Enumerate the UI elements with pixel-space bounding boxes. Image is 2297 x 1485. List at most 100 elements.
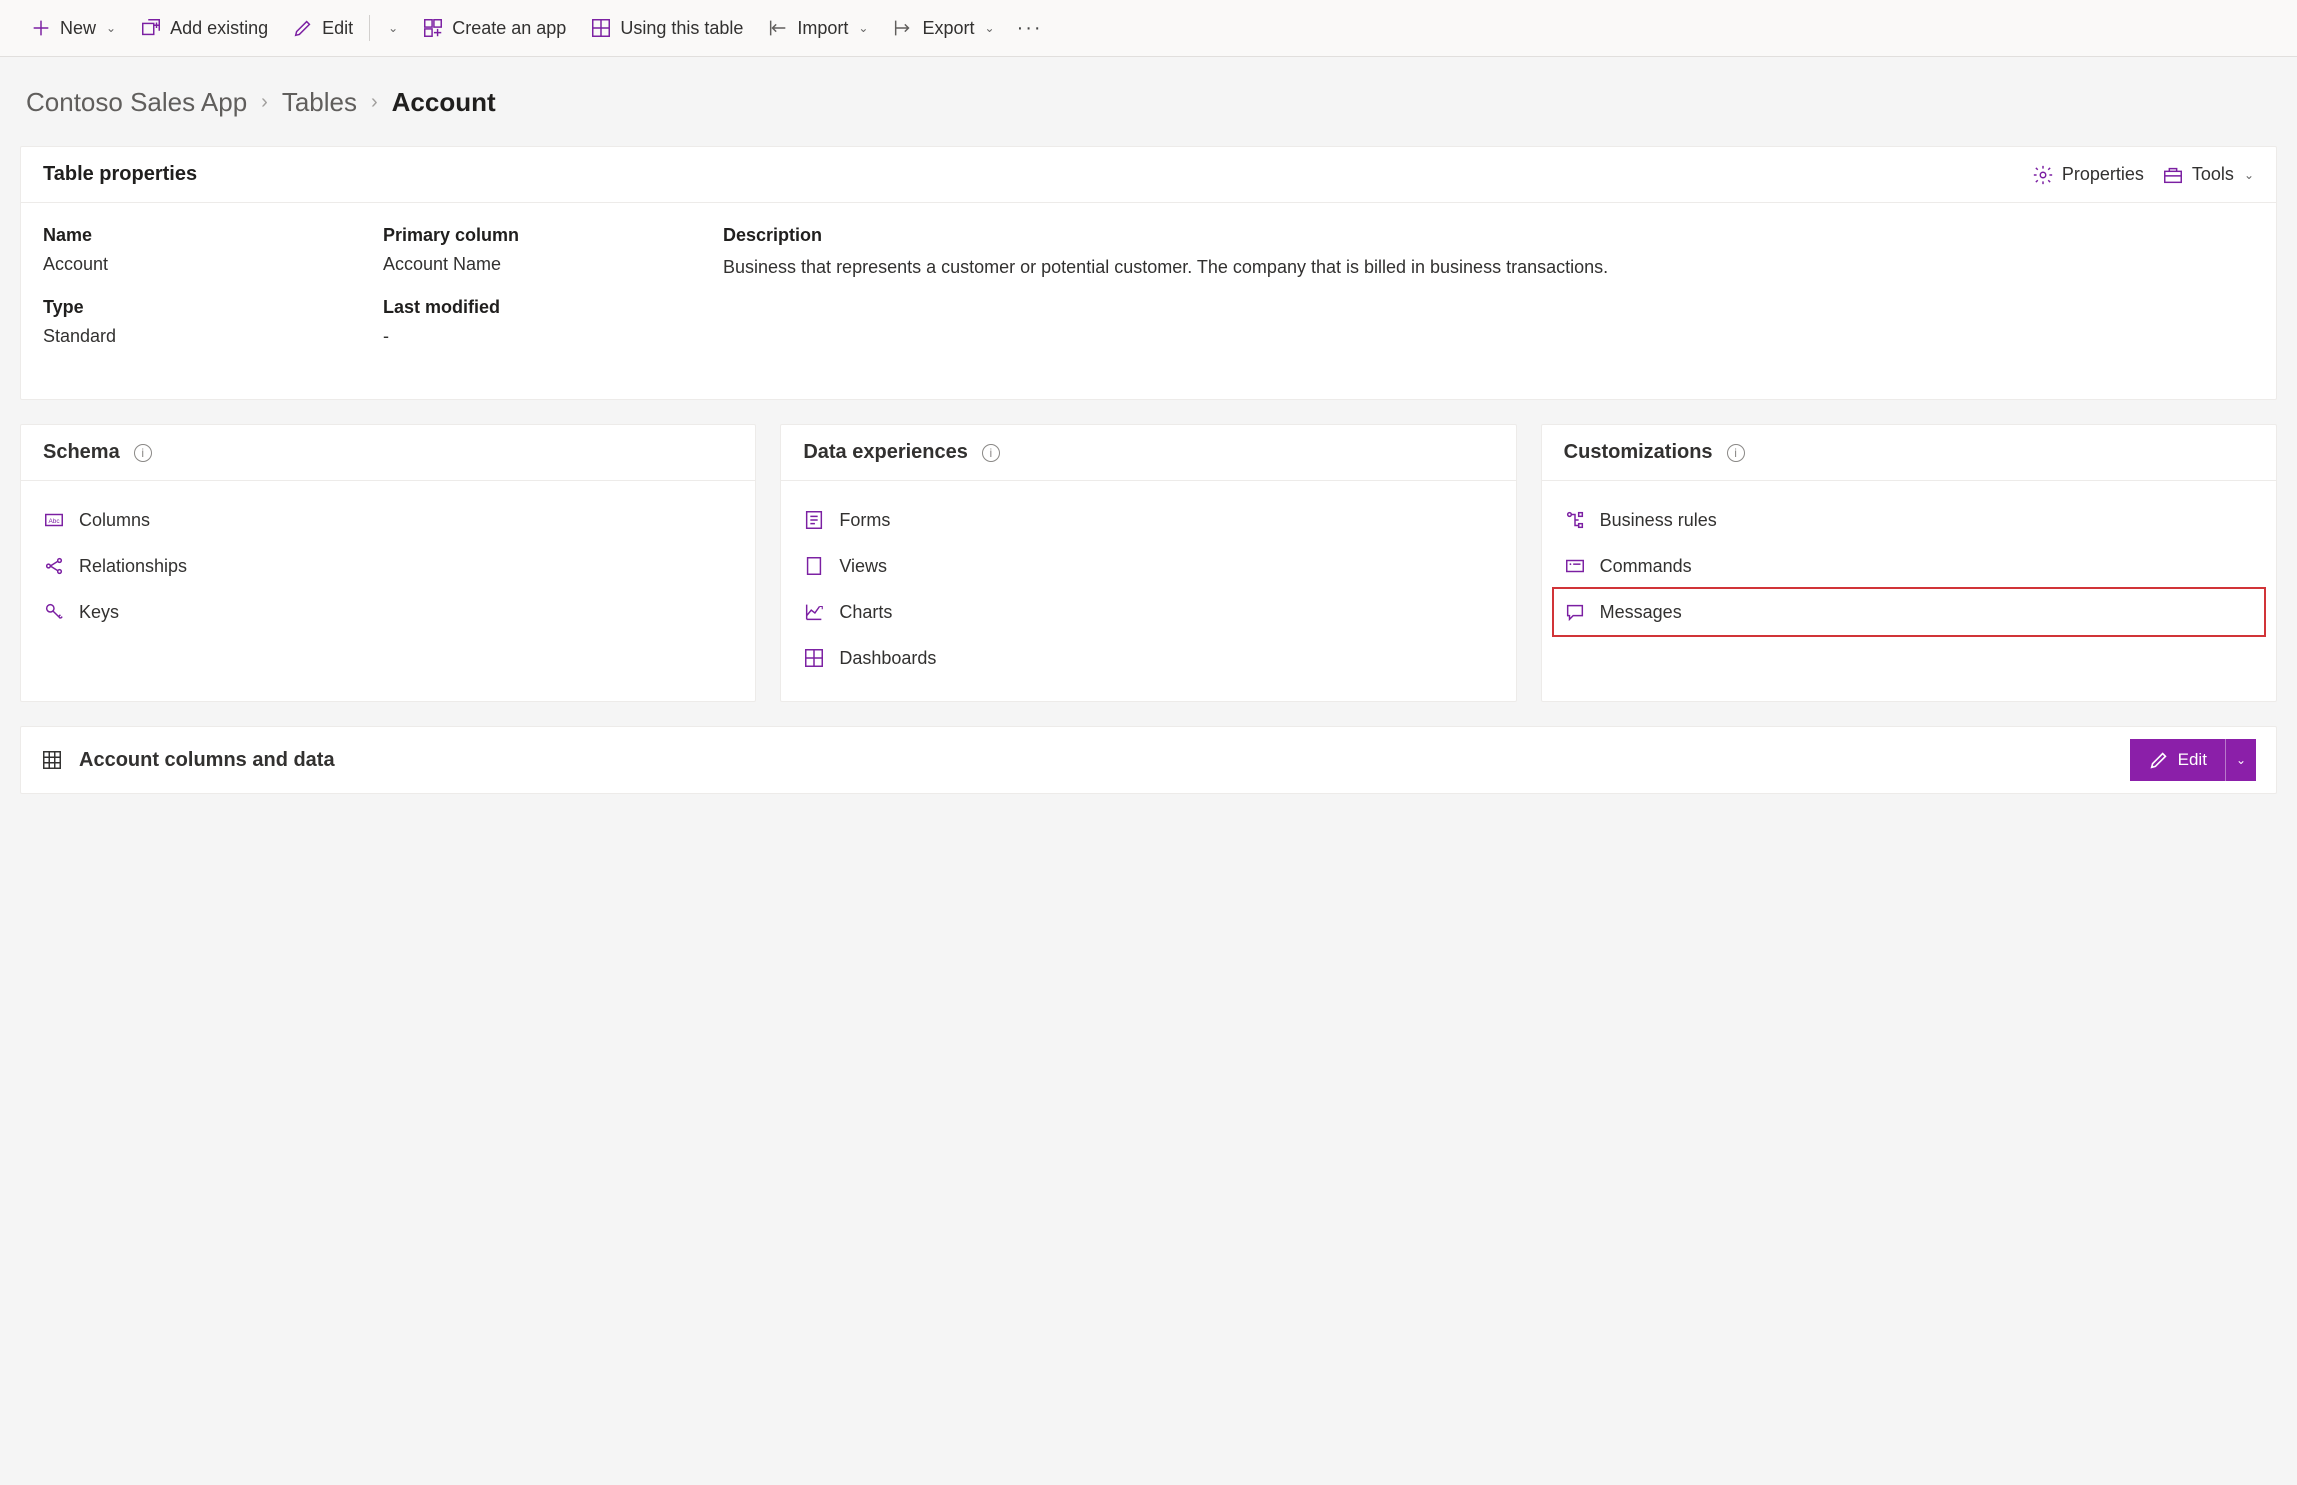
bottom-edit-label: Edit <box>2178 750 2207 770</box>
nav-forms[interactable]: Forms <box>793 497 1503 543</box>
chevron-down-icon: ⌄ <box>106 21 116 35</box>
schema-header: Schema i <box>21 425 755 481</box>
add-existing-icon <box>140 17 162 39</box>
type-value: Standard <box>43 326 363 347</box>
nav-commands-label: Commands <box>1600 556 1692 577</box>
primary-label: Primary column <box>383 225 703 246</box>
nav-views-label: Views <box>839 556 887 577</box>
data-exp-body: Forms Views Charts Dashboards <box>781 481 1515 701</box>
breadcrumb-tables[interactable]: Tables <box>282 87 357 118</box>
data-experiences-card: Data experiences i Forms Views Charts <box>780 424 1516 702</box>
info-icon[interactable]: i <box>134 444 152 462</box>
columns-icon: Abc <box>43 509 65 531</box>
export-label: Export <box>922 18 974 39</box>
nav-relationships-label: Relationships <box>79 556 187 577</box>
nav-charts-label: Charts <box>839 602 892 623</box>
desc-value: Business that represents a customer or p… <box>723 254 2254 281</box>
create-app-button[interactable]: Create an app <box>412 11 576 45</box>
data-exp-header: Data experiences i <box>781 425 1515 481</box>
schema-card: Schema i Abc Columns Relationships Keys <box>20 424 756 702</box>
edit-dropdown-button[interactable]: ⌄ <box>376 15 408 41</box>
import-icon <box>767 17 789 39</box>
nav-keys-label: Keys <box>79 602 119 623</box>
chevron-down-icon: ⌄ <box>2236 753 2246 767</box>
pencil-icon <box>292 17 314 39</box>
card-row: Schema i Abc Columns Relationships Keys <box>20 424 2277 702</box>
custom-header: Customizations i <box>1542 425 2276 481</box>
breadcrumb-root[interactable]: Contoso Sales App <box>26 87 247 118</box>
nav-messages-label: Messages <box>1600 602 1682 623</box>
chevron-down-icon: ⌄ <box>2244 168 2254 182</box>
chevron-right-icon: › <box>261 91 268 114</box>
command-bar: New ⌄ Add existing Edit ⌄ Create an app … <box>0 0 2297 57</box>
bottom-edit-dropdown[interactable]: ⌄ <box>2225 739 2256 781</box>
nav-dashboards[interactable]: Dashboards <box>793 635 1503 681</box>
nav-charts[interactable]: Charts <box>793 589 1503 635</box>
svg-text:Abc: Abc <box>49 518 61 525</box>
schema-title: Schema <box>43 441 120 464</box>
chevron-down-icon: ⌄ <box>985 21 995 35</box>
tools-button[interactable]: Tools ⌄ <box>2162 164 2254 186</box>
card-title: Table properties <box>43 163 197 186</box>
nav-views[interactable]: Views <box>793 543 1503 589</box>
pencil-icon <box>2148 749 2170 771</box>
card-header: Table properties Properties Tools ⌄ <box>21 147 2276 203</box>
type-label: Type <box>43 297 363 318</box>
chevron-down-icon: ⌄ <box>388 21 398 35</box>
nav-business-rules[interactable]: Business rules <box>1554 497 2264 543</box>
chevron-right-icon: › <box>371 91 378 114</box>
using-table-button[interactable]: Using this table <box>580 11 753 45</box>
nav-relationships[interactable]: Relationships <box>33 543 743 589</box>
table-properties-card: Table properties Properties Tools ⌄ Name… <box>20 146 2277 400</box>
new-button[interactable]: New ⌄ <box>20 11 126 45</box>
breadcrumb-current: Account <box>392 87 496 118</box>
add-existing-label: Add existing <box>170 18 268 39</box>
edit-button-group: Edit ⌄ <box>2130 739 2256 781</box>
edit-label: Edit <box>322 18 353 39</box>
charts-icon <box>803 601 825 623</box>
nav-messages[interactable]: Messages <box>1554 589 2264 635</box>
using-table-label: Using this table <box>620 18 743 39</box>
name-value: Account <box>43 254 363 275</box>
dashboards-icon <box>803 647 825 669</box>
nav-commands[interactable]: Commands <box>1554 543 2264 589</box>
import-button[interactable]: Import ⌄ <box>757 11 878 45</box>
breadcrumb: Contoso Sales App › Tables › Account <box>20 87 2277 118</box>
nav-keys[interactable]: Keys <box>33 589 743 635</box>
new-label: New <box>60 18 96 39</box>
columns-data-card: Account columns and data Edit ⌄ <box>20 726 2277 794</box>
page-content: Contoso Sales App › Tables › Account Tab… <box>0 57 2297 794</box>
create-app-label: Create an app <box>452 18 566 39</box>
more-button[interactable]: ··· <box>1009 13 1051 44</box>
custom-body: Business rules Commands Messages <box>1542 481 2276 655</box>
commands-icon <box>1564 555 1586 577</box>
columns-data-left: Account columns and data <box>41 749 335 772</box>
table-icon <box>590 17 612 39</box>
data-exp-title: Data experiences <box>803 441 968 464</box>
properties-label: Properties <box>2062 164 2144 185</box>
properties-body: Name Account Type Standard Primary colum… <box>21 203 2276 399</box>
export-icon <box>892 17 914 39</box>
app-grid-icon <box>422 17 444 39</box>
desc-label: Description <box>723 225 2254 246</box>
edit-button[interactable]: Edit <box>282 11 363 45</box>
nav-columns[interactable]: Abc Columns <box>33 497 743 543</box>
properties-button[interactable]: Properties <box>2032 164 2144 186</box>
export-button[interactable]: Export ⌄ <box>882 11 1004 45</box>
props-col-3: Description Business that represents a c… <box>723 225 2254 369</box>
columns-data-title: Account columns and data <box>79 749 335 772</box>
forms-icon <box>803 509 825 531</box>
custom-title: Customizations <box>1564 441 1713 464</box>
bottom-edit-button[interactable]: Edit <box>2130 739 2225 781</box>
modified-label: Last modified <box>383 297 703 318</box>
name-label: Name <box>43 225 363 246</box>
business-rules-icon <box>1564 509 1586 531</box>
info-icon[interactable]: i <box>1727 444 1745 462</box>
info-icon[interactable]: i <box>982 444 1000 462</box>
customizations-card: Customizations i Business rules Commands… <box>1541 424 2277 702</box>
grid-icon <box>41 749 63 771</box>
add-existing-button[interactable]: Add existing <box>130 11 278 45</box>
toolbox-icon <box>2162 164 2184 186</box>
import-label: Import <box>797 18 848 39</box>
props-col-2: Primary column Account Name Last modifie… <box>383 225 703 369</box>
